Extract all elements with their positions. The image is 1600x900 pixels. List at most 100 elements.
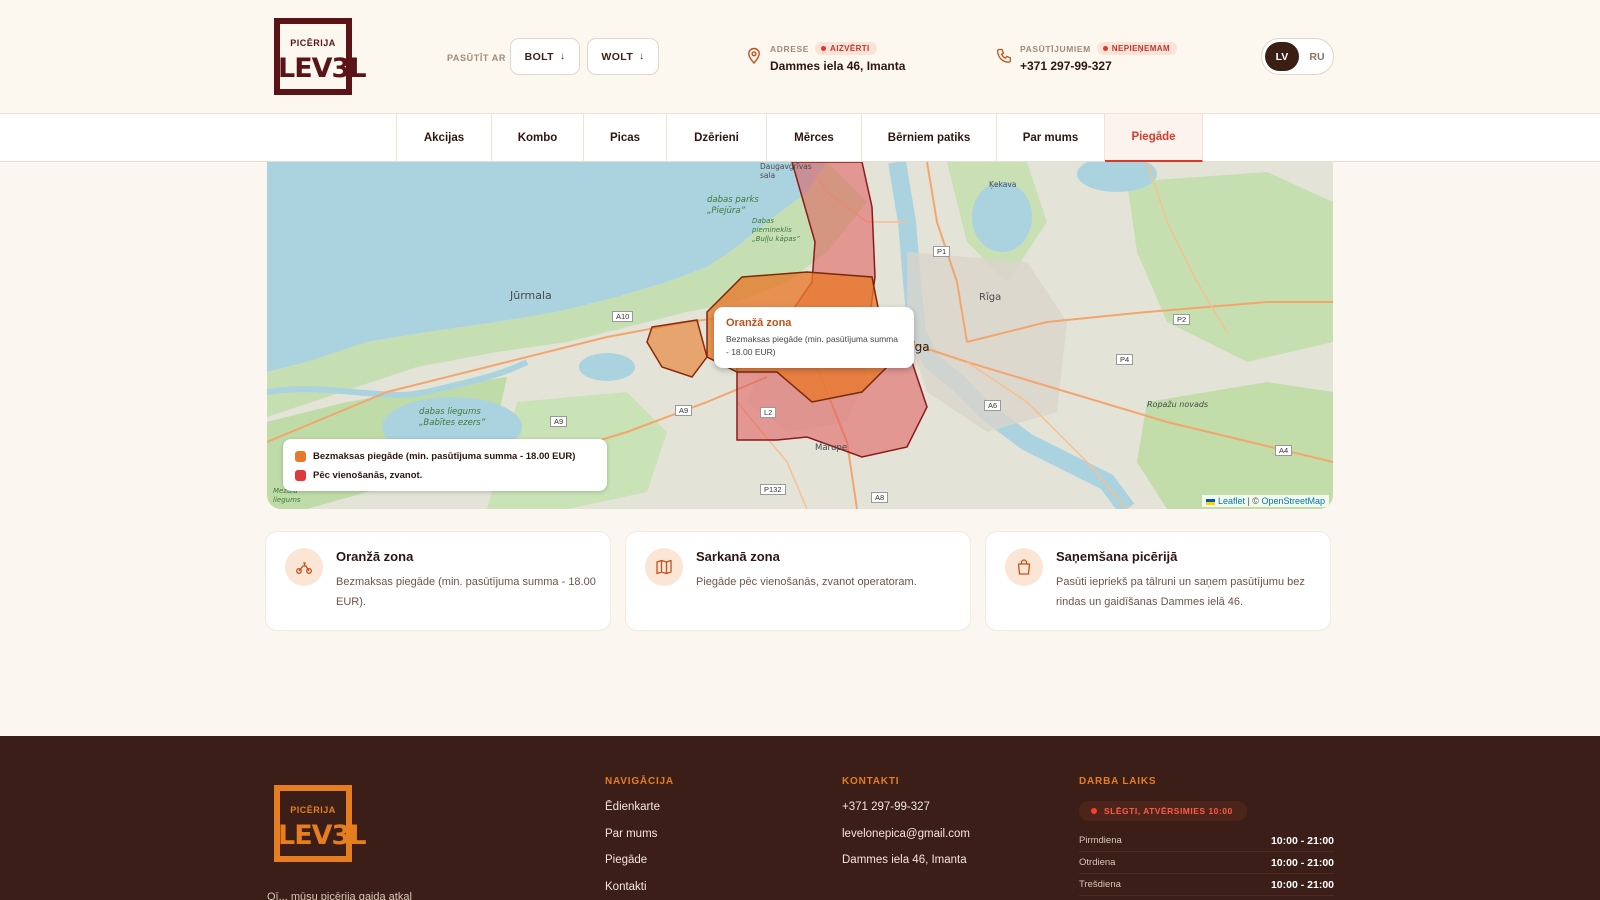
lang-ru-button[interactable]: RU	[1302, 42, 1332, 71]
card-description: Bezmaksas piegāde (min. pasūtījuma summa…	[336, 576, 596, 608]
footer-hours-heading: DARBA LAIKS	[1079, 776, 1157, 787]
wolt-button[interactable]: WOLT ↓	[587, 38, 659, 75]
road-tag: P1	[933, 246, 951, 257]
map-label-riga: Rīga	[979, 292, 1002, 303]
road-tag: A8	[871, 492, 889, 503]
delivery-map[interactable]: Jūrmala Rīga Rīga Daugavgrīvas sala daba…	[267, 162, 1333, 509]
footer-link-contacts[interactable]: Kontakti	[605, 881, 674, 900]
map-label-jurmala: Jūrmala	[510, 289, 552, 302]
footer-navigation: NAVIGĀCIJA Ēdienkarte Par mums Piegāde K…	[605, 776, 674, 900]
footer-link-delivery[interactable]: Piegāde	[605, 854, 674, 881]
map-label-marupe: Mārupe	[815, 443, 848, 453]
card-title: Oranžā zona	[336, 549, 414, 564]
osm-link[interactable]: OpenStreetMap	[1261, 496, 1325, 506]
logo-big-text: LEV3L	[278, 820, 367, 851]
wolt-label: WOLT	[601, 50, 634, 63]
popup-title: Oranžā zona	[726, 317, 792, 329]
footer-logo[interactable]: PICĒRIJA LEV3L	[274, 785, 367, 862]
nav-item-piegade[interactable]: Piegāde	[1105, 114, 1203, 162]
hours-row: Otrdiena 10:00 - 21:00	[1079, 852, 1334, 874]
site-header: PICĒRIJA LEV3L PASŪTĪT AR BOLT ↓ WOLT ↓ …	[0, 0, 1600, 114]
footer-nav-heading: NAVIGĀCIJA	[605, 776, 674, 787]
footer-link-about[interactable]: Par mums	[605, 828, 674, 855]
footer-phone[interactable]: +371 297-99-327	[842, 801, 970, 828]
open-status-text: SLĒGTI, ATVĒRSIMIES 10:00	[1104, 806, 1233, 816]
map-label-bullu: Dabas piemineklis „Buļļu kāpas”	[752, 217, 800, 243]
footer-link-menu[interactable]: Ēdienkarte	[605, 801, 674, 828]
road-tag: P132	[760, 484, 786, 495]
leaflet-link[interactable]: Leaflet	[1218, 496, 1245, 506]
card-title: Sarkanā zona	[696, 549, 780, 564]
hours-day: Pirmdiena	[1079, 835, 1122, 846]
phone-icon	[996, 48, 1011, 63]
red-swatch	[295, 470, 306, 481]
arrow-down-icon: ↓	[639, 51, 645, 62]
status-badge: NEPIEŅEMAM	[1096, 42, 1178, 55]
nav-item-merces[interactable]: Mērces	[767, 114, 862, 162]
site-logo[interactable]: PICĒRIJA LEV3L	[274, 18, 367, 95]
nav-item-berniem[interactable]: Bērniem patiks	[862, 114, 997, 162]
attribution-separator: | ©	[1244, 496, 1262, 506]
order-with-label: PASŪTĪT AR	[447, 53, 506, 63]
address-text: Dammes iela 46, Imanta	[770, 59, 906, 73]
road-tag: P2	[1173, 314, 1191, 325]
footer-email[interactable]: levelonepica@gmail.com	[842, 828, 970, 855]
open-status-badge: SLĒGTI, ATVĒRSIMIES 10:00	[1079, 801, 1247, 821]
logo-small-text: PICĒRIJA	[290, 38, 336, 48]
ukraine-flag-icon	[1206, 498, 1216, 505]
nav-item-dzerieni[interactable]: Dzērieni	[667, 114, 767, 162]
site-footer: PICĒRIJA LEV3L NAVIGĀCIJA Ēdienkarte Par…	[0, 736, 1600, 900]
nav-item-par-mums[interactable]: Par mums	[997, 114, 1105, 162]
scooter-icon	[285, 548, 323, 586]
card-description: Piegāde pēc vienošanās, zvanot operatora…	[696, 576, 917, 588]
logo-big-text: LEV3L	[278, 53, 367, 84]
hours-time: 10:00 - 21:00	[1270, 878, 1334, 891]
map-legend: Bezmaksas piegāde (min. pasūtījuma summa…	[283, 439, 607, 491]
phone-number[interactable]: +371 297-99-327	[1020, 59, 1112, 73]
phone-label-row: PASŪTĪJUMIEM NEPIEŅEMAM	[1020, 42, 1178, 55]
map-label-ropazu: Ropažu novads	[1147, 400, 1209, 409]
road-tag: P4	[1116, 354, 1134, 365]
popup-description: Bezmaksas piegāde (min. pasūtījuma summa…	[726, 334, 898, 357]
zone-popup: Oranžā zona Bezmaksas piegāde (min. pasū…	[714, 307, 914, 368]
status-dot	[1091, 808, 1097, 814]
road-tag: A6	[984, 400, 1002, 411]
hours-time: 10:00 - 21:00	[1270, 834, 1334, 847]
footer-tagline: Oī... mūsu picērija gaida atkal	[267, 891, 412, 900]
hours-time: 10:00 - 21:00	[1270, 856, 1334, 869]
hours-day: Otrdiena	[1079, 857, 1116, 868]
info-card-pickup: Saņemšana picērijā Pasūti iepriekš pa tā…	[985, 531, 1331, 631]
map-icon	[645, 548, 683, 586]
status-badge: AIZVĒRTI	[815, 42, 877, 55]
phone-label: PASŪTĪJUMIEM	[1020, 43, 1091, 54]
road-tag: A4	[1275, 445, 1293, 456]
address-label-row: ADRESE AIZVĒRTI	[770, 42, 877, 55]
lang-lv-button[interactable]: LV	[1265, 42, 1299, 71]
status-dot	[821, 46, 827, 51]
legend-orange-label: Bezmaksas piegāde (min. pasūtījuma summa…	[313, 451, 576, 462]
road-tag: A9	[675, 405, 693, 416]
road-tag: L2	[760, 407, 777, 418]
footer-address: Dammes iela 46, Imanta	[842, 854, 967, 866]
address-status-text: AIZVĒRTI	[830, 44, 870, 53]
legend-red-label: Pēc vienošanās, zvanot.	[313, 470, 423, 481]
bolt-button[interactable]: BOLT ↓	[510, 38, 580, 75]
legend-item-orange: Bezmaksas piegāde (min. pasūtījuma summa…	[295, 447, 595, 466]
hours-day: Trešdiena	[1079, 879, 1121, 890]
location-pin-icon	[748, 47, 760, 65]
logo-small-text: PICĒRIJA	[290, 805, 336, 815]
nav-item-picas[interactable]: Picas	[584, 114, 667, 162]
nav-item-kombo[interactable]: Kombo	[492, 114, 584, 162]
card-description: Pasūti iepriekš pa tālruni un saņem pasū…	[1056, 576, 1305, 608]
orange-swatch	[295, 451, 306, 462]
bolt-label: BOLT	[524, 50, 554, 63]
footer-hours: DARBA LAIKS SLĒGTI, ATVĒRSIMIES 10:00 Pi…	[1079, 776, 1334, 896]
footer-contacts: KONTAKTI +371 297-99-327 levelonepica@gm…	[842, 776, 970, 881]
hours-row: Pirmdiena 10:00 - 21:00	[1079, 830, 1334, 852]
map-label-kekava: Ķekava	[989, 180, 1017, 189]
card-title: Saņemšana picērijā	[1056, 549, 1178, 564]
arrow-down-icon: ↓	[560, 51, 566, 62]
map-label-piejura: dabas parks „Piejūra”	[707, 195, 759, 216]
main-nav: Akcijas Kombo Picas Dzērieni Mērces Bērn…	[0, 114, 1600, 162]
nav-item-akcijas[interactable]: Akcijas	[397, 114, 492, 162]
